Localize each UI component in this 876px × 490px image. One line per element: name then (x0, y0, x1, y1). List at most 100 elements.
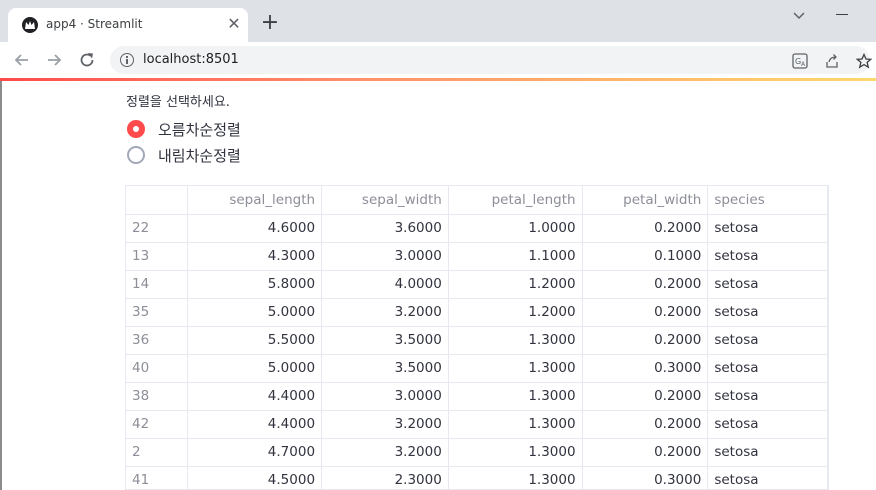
back-arrow-icon[interactable] (12, 50, 32, 70)
dataframe[interactable]: sepal_length sepal_width petal_length pe… (125, 185, 829, 490)
petal-length-cell[interactable]: 1.0000 (448, 214, 583, 243)
radio-unselected-icon[interactable] (127, 146, 145, 164)
petal-length-cell[interactable]: 1.2000 (448, 298, 583, 327)
row-index-cell[interactable]: 2 (126, 438, 189, 467)
species-cell[interactable]: setosa (707, 410, 828, 439)
window-left-edge (0, 81, 2, 490)
sepal-length-cell[interactable]: 4.3000 (187, 242, 323, 271)
index-header[interactable] (126, 186, 189, 215)
sort-radio-label: 정렬을 선택하세요. (126, 95, 230, 110)
forward-arrow-icon[interactable] (44, 50, 64, 70)
header-row: sepal_length sepal_width petal_length pe… (126, 186, 828, 215)
table-row: 35 5.0000 3.2000 1.2000 0.2000 setosa (126, 298, 828, 327)
bookmark-star-icon[interactable] (855, 52, 873, 69)
petal-width-cell[interactable]: 0.1000 (582, 242, 709, 271)
petal-width-cell[interactable]: 0.2000 (582, 326, 709, 355)
minimize-window-icon[interactable] (836, 14, 848, 15)
row-index-cell[interactable]: 35 (126, 298, 189, 327)
table-row: 13 4.3000 3.0000 1.1000 0.1000 setosa (126, 242, 828, 271)
petal-width-cell[interactable]: 0.2000 (582, 298, 709, 327)
sepal-width-cell[interactable]: 3.2000 (321, 410, 449, 439)
sepal-width-cell[interactable]: 2.3000 (321, 466, 449, 489)
sepal-length-cell[interactable]: 4.7000 (187, 438, 323, 467)
petal-length-cell[interactable]: 1.3000 (448, 438, 583, 467)
browser-tab-strip: app4 · Streamlit ✕ + (0, 0, 876, 42)
sepal-width-cell[interactable]: 3.5000 (321, 354, 449, 383)
sepal-width-cell[interactable]: 3.2000 (321, 438, 449, 467)
tab-search-chevron-icon[interactable] (790, 6, 808, 24)
radio-selected-icon[interactable] (127, 120, 145, 138)
species-cell[interactable]: setosa (707, 242, 828, 271)
petal-length-cell[interactable]: 1.3000 (448, 326, 583, 355)
sepal-width-cell[interactable]: 3.2000 (321, 298, 449, 327)
petal-width-cell[interactable]: 0.3000 (582, 354, 709, 383)
column-header-petal-length[interactable]: petal_length (448, 186, 583, 215)
row-index-cell[interactable]: 36 (126, 326, 189, 355)
sepal-length-cell[interactable]: 4.6000 (187, 214, 323, 243)
close-tab-icon[interactable]: ✕ (226, 16, 242, 32)
column-header-petal-width[interactable]: petal_width (582, 186, 709, 215)
petal-length-cell[interactable]: 1.3000 (448, 410, 583, 439)
species-cell[interactable]: setosa (707, 298, 828, 327)
species-cell[interactable]: setosa (707, 214, 828, 243)
browser-tab[interactable]: app4 · Streamlit ✕ (8, 8, 248, 42)
species-cell[interactable]: setosa (707, 382, 828, 411)
sepal-length-cell[interactable]: 4.5000 (187, 466, 323, 489)
column-header-species[interactable]: species (707, 186, 828, 215)
row-index-cell[interactable]: 38 (126, 382, 189, 411)
species-cell[interactable]: setosa (707, 326, 828, 355)
table-row: 36 5.5000 3.5000 1.3000 0.2000 setosa (126, 326, 828, 355)
sepal-length-cell[interactable]: 5.8000 (187, 270, 323, 299)
row-index-cell[interactable]: 42 (126, 410, 189, 439)
row-index-cell[interactable]: 14 (126, 270, 189, 299)
address-bar[interactable]: localhost:8501 GA (110, 46, 873, 74)
share-icon[interactable] (824, 53, 840, 69)
petal-width-cell[interactable]: 0.2000 (582, 410, 709, 439)
sepal-length-cell[interactable]: 5.5000 (187, 326, 323, 355)
table-row: 38 4.4000 3.0000 1.3000 0.2000 setosa (126, 382, 828, 411)
species-cell[interactable]: setosa (707, 438, 828, 467)
species-cell[interactable]: setosa (707, 466, 828, 489)
sepal-width-cell[interactable]: 3.0000 (321, 382, 449, 411)
sepal-length-cell[interactable]: 5.0000 (187, 354, 323, 383)
column-header-sepal-width[interactable]: sepal_width (321, 186, 449, 215)
petal-width-cell[interactable]: 0.2000 (582, 270, 709, 299)
petal-length-cell[interactable]: 1.1000 (448, 242, 583, 271)
reload-icon[interactable] (77, 50, 97, 70)
sepal-length-cell[interactable]: 4.4000 (187, 382, 323, 411)
sepal-width-cell[interactable]: 3.6000 (321, 214, 449, 243)
row-index-cell[interactable]: 13 (126, 242, 189, 271)
column-header-sepal-length[interactable]: sepal_length (187, 186, 323, 215)
site-info-icon[interactable] (120, 53, 134, 67)
table-row: 40 5.0000 3.5000 1.3000 0.3000 setosa (126, 354, 828, 383)
row-index-cell[interactable]: 41 (126, 466, 189, 489)
sepal-length-cell[interactable]: 5.0000 (187, 298, 323, 327)
petal-width-cell[interactable]: 0.2000 (582, 382, 709, 411)
petal-width-cell[interactable]: 0.3000 (582, 466, 709, 489)
url-text: localhost:8501 (143, 52, 239, 67)
translate-icon[interactable]: GA (792, 53, 808, 69)
table-row: 41 4.5000 2.3000 1.3000 0.3000 setosa (126, 466, 828, 489)
svg-text:A: A (801, 61, 806, 68)
sepal-width-cell[interactable]: 4.0000 (321, 270, 449, 299)
row-index-cell[interactable]: 22 (126, 214, 189, 243)
table-row: 14 5.8000 4.0000 1.2000 0.2000 setosa (126, 270, 828, 299)
sepal-width-cell[interactable]: 3.0000 (321, 242, 449, 271)
new-tab-button[interactable]: + (259, 12, 281, 34)
petal-width-cell[interactable]: 0.2000 (582, 438, 709, 467)
species-cell[interactable]: setosa (707, 354, 828, 383)
species-cell[interactable]: setosa (707, 270, 828, 299)
table-row: 42 4.4000 3.2000 1.3000 0.2000 setosa (126, 410, 828, 439)
table-row: 22 4.6000 3.6000 1.0000 0.2000 setosa (126, 214, 828, 243)
petal-length-cell[interactable]: 1.2000 (448, 270, 583, 299)
petal-length-cell[interactable]: 1.3000 (448, 466, 583, 489)
petal-length-cell[interactable]: 1.3000 (448, 382, 583, 411)
petal-length-cell[interactable]: 1.3000 (448, 354, 583, 383)
table-row: 2 4.7000 3.2000 1.3000 0.2000 setosa (126, 438, 828, 467)
petal-width-cell[interactable]: 0.2000 (582, 214, 709, 243)
app-page: 정렬을 선택하세요. 오름차순정렬 내림차순정렬 sepal_length se… (0, 81, 876, 490)
radio-option-label: 오름차순정렬 (158, 121, 241, 139)
sepal-length-cell[interactable]: 4.4000 (187, 410, 323, 439)
row-index-cell[interactable]: 40 (126, 354, 189, 383)
sepal-width-cell[interactable]: 3.5000 (321, 326, 449, 355)
